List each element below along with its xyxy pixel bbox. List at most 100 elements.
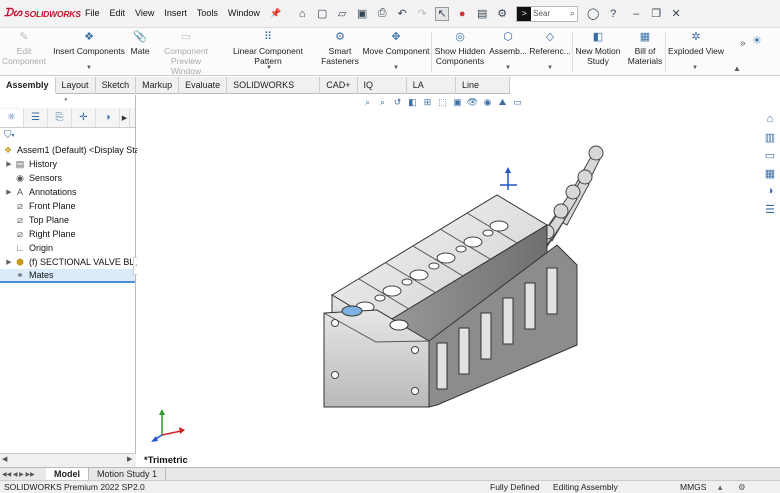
design-library-icon[interactable]: ▥ [762, 129, 778, 145]
customize-status-icon[interactable]: ⚙ [738, 481, 746, 493]
save-icon[interactable]: ▣ [355, 7, 369, 21]
more-commands-icon[interactable]: » [740, 38, 746, 49]
new-motion-study-button[interactable]: ◧ New Motion Study [575, 30, 621, 67]
menu-insert[interactable]: Insert [159, 8, 192, 19]
move-component-dropdown[interactable]: ▼ [393, 65, 399, 71]
feature-manager-tab-icon[interactable]: ⚛ [0, 108, 24, 127]
hide-show-items-icon[interactable]: 👁 [466, 96, 479, 109]
rebuild-icon[interactable]: ● [455, 7, 469, 21]
scroll-right-icon[interactable]: ▶ [127, 455, 132, 463]
tab-scroll-icons[interactable]: ◀◀ ◀ ▶ ▶▶ [0, 471, 46, 478]
redo-icon[interactable]: ↷ [415, 7, 429, 21]
tree-item-top-plane[interactable]: ⧄ Top Plane [14, 213, 69, 227]
bill-of-materials-button[interactable]: ▦ Bill of Materials [626, 30, 664, 67]
filter-icon[interactable]: ⛉ ▾ [0, 128, 135, 143]
open-icon[interactable]: ▱ [335, 7, 349, 21]
close-icon[interactable]: ✕ [669, 7, 683, 21]
reference-geometry-dropdown[interactable]: ▼ [547, 65, 553, 71]
smart-fasteners-button[interactable]: ⚙ Smart Fasteners [320, 30, 360, 67]
section-view-icon[interactable]: ◧ [406, 96, 419, 109]
tab-solidworks-addins[interactable]: SOLIDWORKS Add-Ins [227, 77, 321, 106]
menu-edit[interactable]: Edit [105, 8, 131, 19]
edit-appearance-icon[interactable]: ◉ [481, 96, 494, 109]
menu-window[interactable]: Window [223, 8, 265, 19]
user-account-icon[interactable]: ◯ [586, 7, 600, 21]
edit-component-button[interactable]: ✎ Edit Component [2, 30, 46, 67]
zoom-to-area-icon[interactable]: ⌕ [376, 96, 389, 109]
help-icon[interactable]: ? [606, 7, 620, 21]
tree-item-origin[interactable]: ∟ Origin [14, 241, 53, 255]
tree-item-history[interactable]: ▶ ▤ History [4, 157, 57, 171]
reference-geometry-button[interactable]: ◇ Referenc... [529, 30, 571, 57]
apply-scene-icon[interactable]: ⛰ [496, 96, 509, 109]
view-palette-icon[interactable]: ▦ [762, 165, 778, 181]
tab-la-macros[interactable]: LA Macros [407, 77, 457, 106]
panel-tabs-scroll-right-icon[interactable]: ▶ [120, 108, 130, 127]
tree-item-right-plane[interactable]: ⧄ Right Plane [14, 227, 75, 241]
pin-icon[interactable]: 📌 [265, 8, 286, 19]
dynamic-annotation-icon[interactable]: ⊞ [421, 96, 434, 109]
expand-arrow-icon[interactable]: ▶ [4, 258, 14, 266]
custom-properties-icon[interactable]: ☰ [762, 201, 778, 217]
show-hidden-components-button[interactable]: ◎ Show Hidden Components [434, 30, 486, 67]
tab-assembly[interactable]: Assembly [0, 77, 56, 94]
dimxpert-tab-icon[interactable]: ✛ [72, 108, 96, 127]
exploded-view-button[interactable]: ✲ Exploded View [667, 30, 725, 57]
menu-file[interactable]: File [80, 8, 105, 19]
menu-view[interactable]: View [130, 8, 159, 19]
tab-markup[interactable]: Markup [136, 77, 180, 94]
zoom-to-fit-icon[interactable]: ⌕ [361, 96, 374, 109]
expand-arrow-icon[interactable]: ▶ [4, 160, 14, 168]
appearances-icon[interactable]: ◑ [762, 183, 778, 199]
tab-motion-study-1[interactable]: Motion Study 1 [89, 467, 167, 481]
expand-arrow-icon[interactable]: ▶ [4, 188, 14, 196]
options-gear-icon[interactable]: ⚙ [495, 7, 509, 21]
linear-component-pattern-button[interactable]: ⠿ Linear Component Pattern [219, 30, 317, 67]
insert-components-button[interactable]: ❖ Insert Components [52, 30, 126, 57]
configuration-manager-tab-icon[interactable]: ⎘ [48, 108, 72, 127]
graphics-area[interactable] [137, 95, 760, 467]
units-dropdown-icon[interactable]: ▴ [718, 481, 722, 493]
property-manager-tab-icon[interactable]: ☰ [24, 108, 48, 127]
new-document-icon[interactable]: ▢ [315, 7, 329, 21]
linear-pattern-dropdown[interactable]: ▼ [266, 65, 272, 71]
previous-view-icon[interactable]: ↺ [391, 96, 404, 109]
tree-item-sensors[interactable]: ◉ Sensors [14, 171, 62, 185]
component-preview-window-button[interactable]: ▭ Component Preview Window [155, 30, 217, 77]
view-orientation-icon[interactable]: ⬚ [436, 96, 449, 109]
file-properties-icon[interactable]: ▤ [475, 7, 489, 21]
search-input[interactable]: Sear [531, 9, 570, 18]
assembly-features-button[interactable]: ⬡ Assemb... [489, 30, 527, 57]
exploded-view-dropdown[interactable]: ▼ [692, 65, 698, 71]
display-style-icon[interactable]: ▣ [451, 96, 464, 109]
tab-sketch[interactable]: Sketch [96, 77, 137, 94]
tab-cadplus[interactable]: CAD+ [320, 77, 358, 94]
tab-line-format[interactable]: Line Format [456, 77, 510, 106]
undo-icon[interactable]: ↶ [395, 7, 409, 21]
status-units[interactable]: MMGS [680, 481, 706, 493]
view-settings-icon[interactable]: ▭ [511, 96, 524, 109]
assembly-features-dropdown[interactable]: ▼ [505, 65, 511, 71]
menu-tools[interactable]: Tools [192, 8, 223, 19]
tree-root-assembly[interactable]: ❖ Assem1 (Default) <Display Sta [2, 143, 140, 157]
tree-item-annotations[interactable]: ▶ A Annotations [4, 185, 76, 199]
tab-evaluate[interactable]: Evaluate [179, 77, 228, 94]
panel-splitter-handle[interactable]: ● [64, 97, 68, 103]
minimize-icon[interactable]: – [629, 7, 643, 21]
solidworks-resources-icon[interactable]: ⌂ [762, 111, 778, 127]
file-explorer-icon[interactable]: ▭ [762, 147, 778, 163]
panel-horizontal-scrollbar[interactable]: ◀ ▶ [0, 453, 136, 467]
search-magnifier-icon[interactable]: ⌕ [570, 8, 577, 19]
tree-item-mates[interactable]: ⚭ Mates [0, 269, 135, 283]
print-icon[interactable]: ⎙ [375, 7, 389, 21]
move-component-button[interactable]: ✥ Move Component [362, 30, 430, 57]
mate-button[interactable]: 📎 Mate [128, 30, 152, 57]
select-icon[interactable]: ↖ [435, 6, 450, 21]
home-icon[interactable]: ⌂ [295, 7, 309, 21]
search-box[interactable]: > Sear ⌕ [516, 5, 579, 22]
restore-icon[interactable]: ❐ [649, 7, 663, 21]
tab-iq-macros[interactable]: IQ MAcros [358, 77, 407, 106]
solidworks-logo[interactable]: ᗪᔕ SOLIDWORKS [4, 7, 81, 20]
ribbon-options-icon[interactable]: ☀ [752, 34, 762, 47]
scroll-left-icon[interactable]: ◀ [2, 455, 7, 463]
